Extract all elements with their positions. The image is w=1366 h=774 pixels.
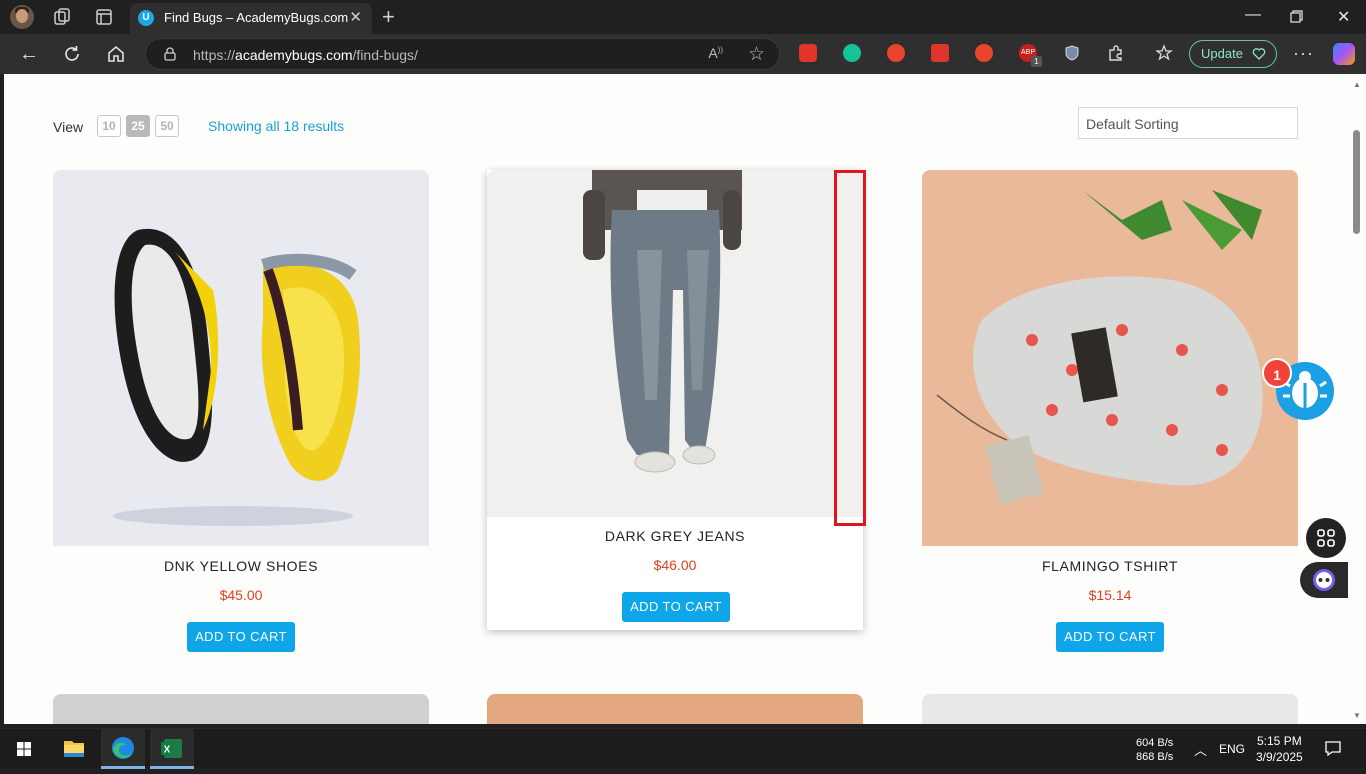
url-prefix: https://	[193, 47, 236, 63]
back-icon[interactable]: ←	[18, 43, 40, 65]
product-image[interactable]	[487, 170, 863, 517]
shield-extension-icon[interactable]	[1063, 44, 1081, 62]
extension-sync-icon[interactable]	[887, 44, 905, 62]
product-card-shoes: DNK YELLOW SHOES $45.00 ADD TO CART	[53, 170, 429, 656]
extensions-puzzle-icon[interactable]	[1107, 44, 1125, 62]
excel-taskbar-icon[interactable]: X	[150, 729, 194, 769]
update-button[interactable]: Update	[1189, 40, 1277, 68]
file-explorer-icon[interactable]	[52, 729, 96, 769]
refresh-icon[interactable]	[61, 43, 83, 65]
svg-text:X: X	[164, 745, 171, 756]
apps-grid-button[interactable]	[1306, 518, 1346, 558]
bug-highlight-box	[834, 170, 866, 526]
address-bar[interactable]: https://academybugs.com/find-bugs/ A)) ☆	[145, 38, 780, 70]
bug-count-badge: 1	[1262, 358, 1292, 388]
url-path: /find-bugs/	[352, 47, 418, 63]
view-label: View	[53, 119, 84, 135]
product-card-jeans: DARK GREY JEANS $46.00 ADD TO CART	[487, 170, 863, 630]
system-clock[interactable]: 5:15 PM 3/9/2025	[1256, 733, 1303, 765]
lock-icon[interactable]	[164, 47, 176, 61]
product-price: $15.14	[1088, 587, 1132, 603]
results-count: Showing all 18 results	[208, 118, 345, 134]
browser-title-bar: U Find Bugs – AcademyBugs.com ✕ + — ✕	[0, 0, 1366, 34]
grammarly-icon[interactable]	[843, 44, 861, 62]
page-scrollbar[interactable]: ▲ ▼	[1348, 74, 1366, 724]
extension-tools-icon[interactable]	[975, 44, 993, 62]
add-to-cart-button[interactable]: ADD TO CART	[622, 592, 730, 622]
workspaces-icon[interactable]	[52, 7, 72, 27]
heart-pulse-icon	[1252, 48, 1266, 60]
assistant-widget-button[interactable]	[1300, 562, 1348, 598]
product-name[interactable]: DNK YELLOW SHOES	[53, 558, 429, 574]
add-to-cart-button[interactable]: ADD TO CART	[187, 622, 295, 652]
profile-avatar[interactable]	[10, 5, 34, 29]
close-window-icon[interactable]: ✕	[1337, 7, 1350, 27]
flamingo-tshirt-image	[936, 190, 1263, 505]
close-tab-icon[interactable]: ✕	[349, 8, 362, 26]
net-up: 604 B/s	[1136, 737, 1174, 749]
product-card-next-1[interactable]	[53, 694, 429, 724]
product-image[interactable]	[53, 170, 429, 546]
adblock-count-badge: 1	[1031, 56, 1042, 67]
browser-toolbar: ← https://academybugs.com/find-bugs/ A))…	[0, 34, 1366, 74]
product-image[interactable]	[922, 170, 1298, 546]
edge-taskbar-icon[interactable]	[101, 729, 145, 769]
site-favicon-icon: U	[138, 10, 154, 26]
tab-title: Find Bugs – AcademyBugs.com	[164, 10, 349, 25]
extension-red-play-icon[interactable]	[799, 44, 817, 62]
scroll-down-icon[interactable]: ▼	[1353, 711, 1361, 720]
tray-chevron-up-icon[interactable]: ︿	[1194, 740, 1207, 759]
read-aloud-icon[interactable]: A))	[708, 45, 723, 61]
product-name[interactable]: FLAMINGO TSHIRT	[922, 558, 1298, 574]
update-label: Update	[1201, 46, 1243, 61]
restore-icon[interactable]	[1290, 10, 1303, 23]
net-down: 868 B/s	[1136, 751, 1174, 763]
product-card-tshirt: FLAMINGO TSHIRT $15.14 ADD TO CART	[922, 170, 1298, 656]
new-tab-icon[interactable]: +	[382, 4, 395, 30]
extension-bookmark-icon[interactable]	[931, 44, 949, 62]
minimize-icon[interactable]: —	[1245, 6, 1261, 24]
scroll-thumb[interactable]	[1353, 130, 1360, 234]
copilot-icon[interactable]	[1333, 43, 1355, 65]
network-speed: 604 B/s 868 B/s	[1136, 736, 1173, 764]
product-card-next-2[interactable]	[487, 694, 863, 724]
per-page-10[interactable]: 10	[97, 115, 121, 137]
assistant-robot-icon	[1313, 569, 1335, 591]
favorite-star-icon[interactable]: ☆	[748, 43, 765, 66]
language-indicator[interactable]: ENG	[1219, 742, 1245, 756]
windows-start-icon[interactable]	[2, 729, 46, 769]
grid-icon	[1317, 529, 1335, 547]
favorites-icon[interactable]	[1156, 44, 1174, 62]
product-name[interactable]: DARK GREY JEANS	[487, 528, 863, 544]
product-card-next-3[interactable]	[922, 694, 1298, 724]
windows-taskbar: X 604 B/s 868 B/s ︿ ENG 5:15 PM 3/9/2025	[0, 728, 1366, 769]
url-text[interactable]: https://academybugs.com/find-bugs/	[193, 47, 418, 63]
clock-date: 3/9/2025	[1256, 750, 1303, 764]
per-page-50[interactable]: 50	[155, 115, 179, 137]
page-viewport: View 10 25 50 Showing all 18 results Def…	[4, 74, 1348, 724]
clock-time: 5:15 PM	[1257, 734, 1302, 748]
active-tab[interactable]: U Find Bugs – AcademyBugs.com ✕	[130, 3, 372, 34]
product-price: $46.00	[653, 557, 697, 573]
add-to-cart-button[interactable]: ADD TO CART	[1056, 622, 1164, 652]
url-domain: academybugs.com	[235, 47, 353, 63]
scroll-up-icon[interactable]: ▲	[1353, 80, 1361, 89]
per-page-25[interactable]: 25	[126, 115, 150, 137]
product-price: $45.00	[219, 587, 263, 603]
notification-icon[interactable]	[1324, 739, 1342, 757]
home-icon[interactable]	[105, 43, 127, 65]
grey-jeans-image	[583, 170, 742, 473]
sorting-select[interactable]: Default Sorting	[1078, 107, 1298, 139]
yellow-shoes-image	[113, 228, 361, 526]
more-options-icon[interactable]: ···	[1293, 43, 1314, 64]
tab-actions-icon[interactable]	[94, 7, 114, 27]
